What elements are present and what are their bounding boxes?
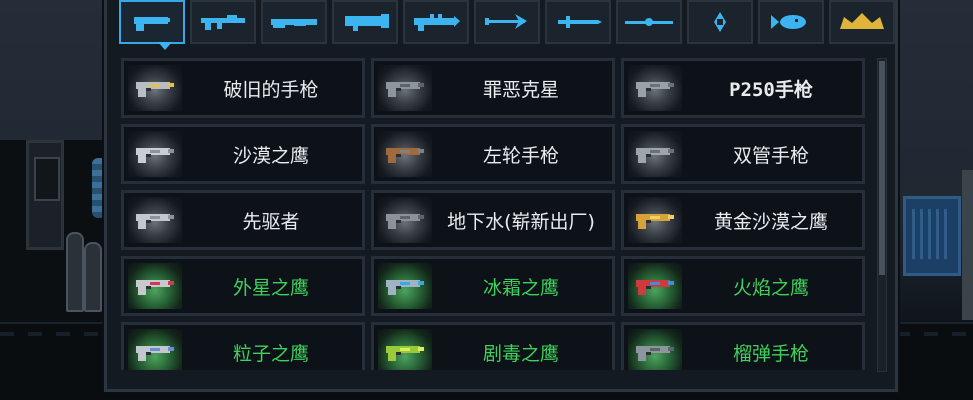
weapon-panel: 破旧的手枪 罪恶克星 P250手枪沙漠之鹰 左轮手枪 双管手枪先驱者 地下水(崭新出厂) 黄… — [104, 0, 898, 392]
wood-revolver-icon — [386, 148, 424, 163]
weapon-thumbnail — [128, 329, 182, 370]
background-post — [962, 170, 973, 320]
weapon-card[interactable]: 沙漠之鹰 — [121, 124, 365, 184]
crown-icon — [840, 13, 884, 29]
weapon-name: 黄金沙漠之鹰 — [713, 210, 828, 233]
weapon-card[interactable]: 双管手枪 — [621, 124, 865, 184]
weapon-card[interactable]: P250手枪 — [621, 58, 865, 118]
weapon-card[interactable]: 粒子之鹰 — [121, 322, 365, 370]
weapon-card[interactable]: 罪恶克星 — [371, 58, 615, 118]
weapon-name: 左轮手枪 — [482, 144, 559, 167]
scrollbar-thumb[interactable] — [879, 61, 885, 275]
shuriken-icon — [714, 12, 726, 32]
grenade-pistol-icon — [636, 346, 674, 361]
weapon-name: 冰霜之鹰 — [482, 276, 559, 299]
golden-eagle-icon — [636, 214, 674, 229]
launcher-icon — [345, 14, 389, 31]
bow-icon — [485, 14, 527, 29]
old-pistol-icon — [136, 82, 174, 97]
rifle-icon — [201, 15, 245, 30]
pioneer-pistol-icon — [136, 214, 174, 229]
weapon-name: 破旧的手枪 — [223, 78, 319, 101]
tab-pistol[interactable] — [119, 0, 185, 50]
desert-eagle-icon — [136, 148, 174, 163]
weapon-name: 地下水(崭新出厂) — [447, 210, 595, 233]
weapon-card[interactable]: 地下水(崭新出厂) — [371, 190, 615, 250]
weapon-thumbnail — [378, 197, 432, 243]
weapon-name: 剧毒之鹰 — [482, 342, 559, 365]
weapon-name: 火焰之鹰 — [732, 276, 809, 299]
weapon-category-tabs — [117, 0, 897, 50]
weapon-thumbnail — [628, 65, 682, 111]
weapon-thumbnail — [378, 329, 432, 370]
background-monitor — [903, 196, 961, 276]
weapon-name: 沙漠之鹰 — [232, 144, 309, 167]
weapon-card[interactable]: 剧毒之鹰 — [371, 322, 615, 370]
revolver-icon — [386, 82, 424, 97]
frost-eagle-icon — [386, 280, 424, 295]
flame-eagle-icon — [636, 280, 674, 295]
double-barrel-pistol-icon — [636, 148, 674, 163]
gas-cylinder — [66, 232, 84, 312]
weapon-thumbnail — [128, 65, 182, 111]
weapon-list: 破旧的手枪 罪恶克星 P250手枪沙漠之鹰 左轮手枪 双管手枪先驱者 地下水(崭新出厂) 黄… — [121, 58, 867, 370]
gas-cylinder — [84, 242, 102, 312]
weapon-card[interactable]: 榴弹手枪 — [621, 322, 865, 370]
weapon-thumbnail — [628, 329, 682, 370]
selected-tab-indicator — [158, 42, 172, 50]
tab-shuriken[interactable] — [687, 0, 753, 44]
weapon-name: 榴弹手枪 — [732, 342, 809, 365]
weapon-card[interactable]: 外星之鹰 — [121, 256, 365, 316]
weapon-name: 外星之鹰 — [232, 276, 309, 299]
sword-icon — [558, 16, 602, 28]
weapon-thumbnail — [128, 131, 182, 177]
weapon-name: 先驱者 — [242, 210, 300, 233]
weapon-thumbnail — [628, 131, 682, 177]
smg-pistol-icon — [386, 214, 424, 229]
weapon-card[interactable]: 火焰之鹰 — [621, 256, 865, 316]
staff-icon — [625, 18, 673, 26]
weapon-thumbnail — [378, 131, 432, 177]
weapon-card[interactable]: 先驱者 — [121, 190, 365, 250]
fish-icon — [771, 15, 806, 29]
weapon-name: 罪恶克星 — [482, 78, 559, 101]
weapon-thumbnail — [128, 263, 182, 309]
alien-eagle-icon — [136, 280, 174, 295]
weapon-name: P250手枪 — [729, 78, 813, 101]
tab-crown[interactable] — [829, 0, 895, 44]
weapon-card[interactable]: 左轮手枪 — [371, 124, 615, 184]
p250-pistol-icon — [636, 82, 674, 97]
weapon-name: 粒子之鹰 — [232, 342, 309, 365]
tab-launcher[interactable] — [332, 0, 398, 44]
tab-laser-gun[interactable] — [403, 0, 469, 44]
weapon-thumbnail — [378, 263, 432, 309]
weapon-thumbnail — [628, 197, 682, 243]
tab-staff[interactable] — [616, 0, 682, 44]
particle-eagle-icon — [136, 346, 174, 361]
shotgun-icon — [271, 19, 317, 28]
tab-fish[interactable] — [758, 0, 824, 44]
tab-bow[interactable] — [474, 0, 540, 44]
weapon-card[interactable]: 破旧的手枪 — [121, 58, 365, 118]
weapon-thumbnail — [128, 197, 182, 243]
scrollbar[interactable] — [877, 58, 887, 372]
weapon-name: 双管手枪 — [732, 144, 809, 167]
weapon-thumbnail — [378, 65, 432, 111]
weapon-card[interactable]: 黄金沙漠之鹰 — [621, 190, 865, 250]
tab-rifle[interactable] — [190, 0, 256, 44]
weapon-card[interactable]: 冰霜之鹰 — [371, 256, 615, 316]
pistol-icon — [134, 17, 170, 31]
weapon-thumbnail — [628, 263, 682, 309]
tab-sword[interactable] — [545, 0, 611, 44]
background-machine — [26, 140, 64, 250]
tab-shotgun[interactable] — [261, 0, 327, 44]
laser-gun-icon — [414, 14, 460, 31]
poison-eagle-icon — [386, 346, 424, 361]
